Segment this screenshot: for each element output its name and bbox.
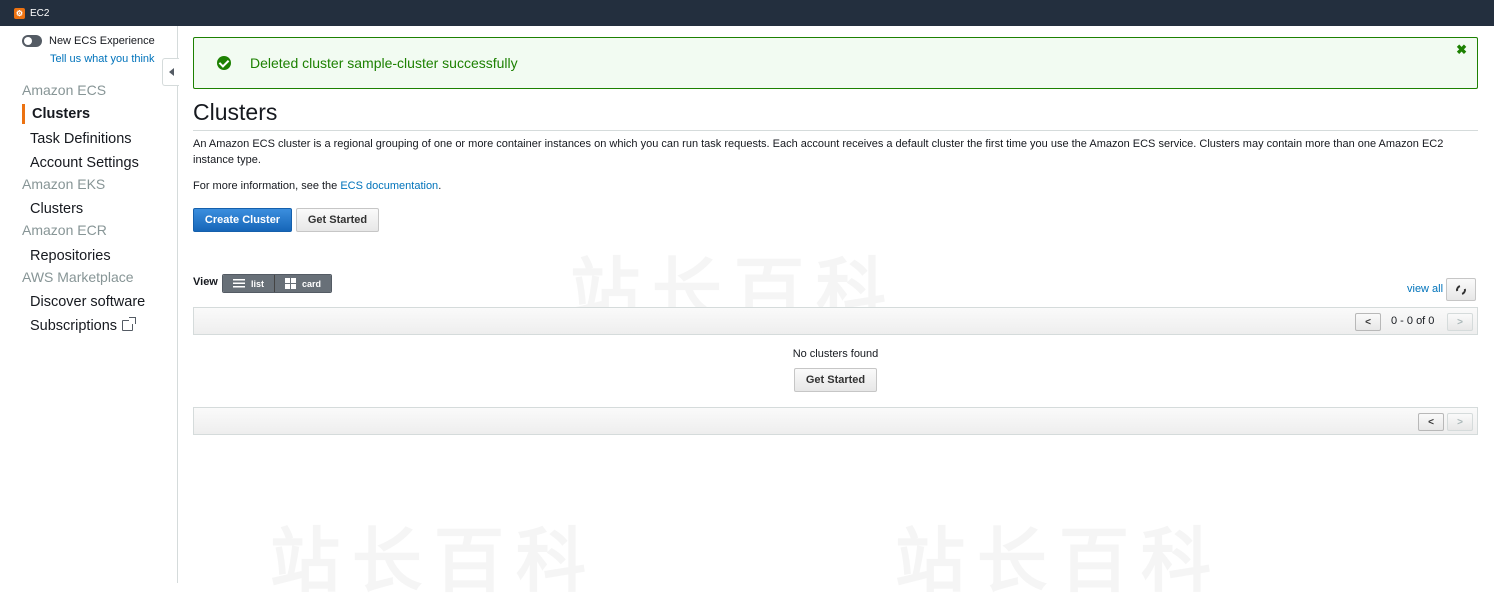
create-cluster-button[interactable]: Create Cluster xyxy=(193,208,292,232)
app-title[interactable]: EC2 xyxy=(30,8,49,19)
watermark: 站长百科 xyxy=(895,520,1223,602)
prev-page-button[interactable]: < xyxy=(1355,313,1381,331)
close-icon[interactable]: ✖ xyxy=(1456,43,1467,57)
page-title: Clusters xyxy=(193,99,278,125)
more-info-prefix: For more information, see the xyxy=(193,180,341,192)
success-flash-message: Deleted cluster sample-cluster successfu… xyxy=(193,37,1478,89)
table-header-bar: < 0 - 0 of 0 > xyxy=(193,307,1478,335)
pagination-range: 0 - 0 of 0 xyxy=(1391,315,1435,327)
nav-section-marketplace: AWS Marketplace xyxy=(22,268,134,285)
more-info-text: For more information, see the ECS docume… xyxy=(193,180,441,192)
sidebar-item-subscriptions-label: Subscriptions xyxy=(30,317,118,334)
sidebar-item-ecs-clusters[interactable]: Clusters xyxy=(22,104,178,124)
refresh-button[interactable] xyxy=(1446,278,1476,301)
more-info-suffix: . xyxy=(438,180,442,192)
footer-prev-page-button[interactable]: < xyxy=(1418,413,1444,431)
new-experience-toggle[interactable] xyxy=(22,35,42,47)
external-link-icon xyxy=(122,317,137,332)
flash-message-text: Deleted cluster sample-cluster successfu… xyxy=(250,55,518,71)
empty-state-get-started-button[interactable]: Get Started xyxy=(794,368,877,392)
view-card-label: card xyxy=(302,278,322,289)
title-divider xyxy=(193,130,1478,131)
page-description: An Amazon ECS cluster is a regional grou… xyxy=(193,138,1444,166)
sidebar-nav: Amazon ECS Clusters Task Definitions Acc… xyxy=(0,81,178,338)
sidebar-item-task-definitions[interactable]: Task Definitions xyxy=(0,128,178,152)
sidebar-collapse-button[interactable] xyxy=(162,58,179,86)
refresh-icon xyxy=(1454,282,1468,297)
watermark: 站长百科 xyxy=(270,520,598,602)
new-experience-toggle-row[interactable]: New ECS Experience xyxy=(22,35,155,47)
nav-section-eks: Amazon EKS xyxy=(22,175,106,192)
get-started-button[interactable]: Get Started xyxy=(296,208,379,232)
sidebar-item-eks-clusters[interactable]: Clusters xyxy=(0,198,178,222)
sidebar-item-repositories[interactable]: Repositories xyxy=(0,244,178,268)
list-icon xyxy=(233,279,245,288)
feedback-link[interactable]: Tell us what you think xyxy=(50,53,155,65)
sidebar-item-account-settings[interactable]: Account Settings xyxy=(0,151,178,175)
sidebar-item-discover-software[interactable]: Discover software xyxy=(0,291,178,315)
view-toggle: list card xyxy=(222,274,333,293)
nav-section-ecr: Amazon ECR xyxy=(22,222,107,238)
nav-section-ecs: Amazon ECS xyxy=(22,82,107,98)
top-bar: ⚙ EC2 xyxy=(0,0,1494,26)
new-experience-label: New ECS Experience xyxy=(49,35,155,47)
sidebar-item-subscriptions[interactable]: Subscriptions xyxy=(0,314,178,338)
ecs-documentation-link[interactable]: ECS documentation xyxy=(340,180,438,192)
caret-left-icon xyxy=(168,68,174,76)
success-check-icon xyxy=(217,56,231,70)
view-all-link[interactable]: view all xyxy=(1407,283,1443,295)
view-list-button[interactable]: list xyxy=(223,275,275,292)
next-page-button[interactable]: > xyxy=(1447,313,1473,331)
grid-icon xyxy=(285,278,297,289)
empty-state-text: No clusters found xyxy=(792,348,879,360)
table-footer-bar: < > xyxy=(193,407,1478,435)
view-list-label: list xyxy=(251,278,265,289)
sidebar: New ECS Experience Tell us what you thin… xyxy=(0,26,178,583)
footer-next-page-button[interactable]: > xyxy=(1447,413,1473,431)
ec2-logo-icon: ⚙ xyxy=(14,7,25,19)
view-card-button[interactable]: card xyxy=(274,275,332,292)
view-label: View xyxy=(193,276,218,288)
